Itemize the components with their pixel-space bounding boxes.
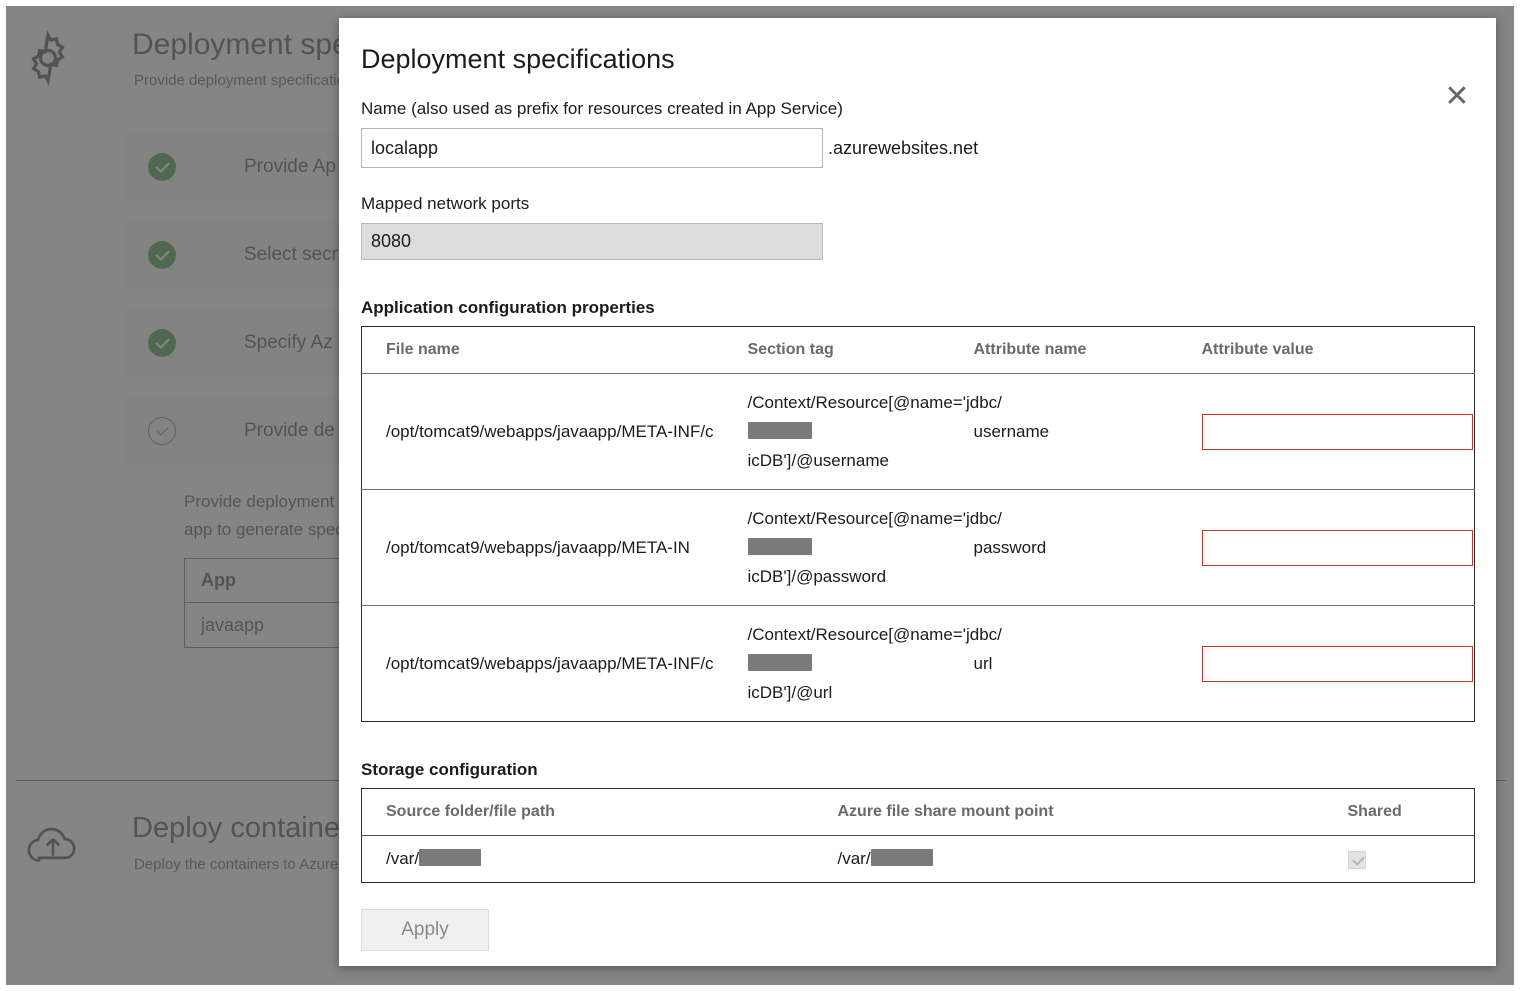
column-header-attribute-value: Attribute value: [1178, 327, 1475, 374]
redaction-block: [419, 849, 481, 866]
name-field-row: .azurewebsites.net: [361, 128, 1472, 168]
deployment-specifications-dialog: Deployment specifications ✕ Name (also u…: [339, 18, 1496, 966]
apply-button[interactable]: Apply: [361, 909, 489, 951]
cell-source-path: /var/: [362, 836, 814, 883]
section-tag-prefix: /Context/Resource[@name='jdbc/: [748, 509, 1002, 528]
cell-attribute-value: [1178, 374, 1475, 490]
cell-attribute-name: username: [950, 374, 1178, 490]
wizard-step-label: Provide de: [244, 420, 335, 442]
column-header-section-tag: Section tag: [724, 327, 950, 374]
name-domain-suffix: .azurewebsites.net: [828, 138, 978, 159]
step-check-icon: [148, 241, 176, 269]
attribute-value-input-username[interactable]: [1202, 414, 1473, 450]
table-row: /opt/tomcat9/webapps/javaapp/META-INF/co…: [362, 374, 1475, 490]
column-header-attribute-name: Attribute name: [950, 327, 1178, 374]
cell-attribute-name: password: [950, 490, 1178, 606]
mount-point-text: /var/: [838, 849, 871, 868]
cell-attribute-name: url: [950, 606, 1178, 722]
cell-section-tag: /Context/Resource[@name='jdbc/ icDB']/@u…: [724, 374, 950, 490]
column-header-mount-point: Azure file share mount point: [814, 789, 1324, 836]
redaction-block: [748, 654, 812, 671]
step-check-pending-icon: [148, 417, 176, 445]
column-header-file-name: File name: [362, 327, 724, 374]
redaction-block: [871, 849, 933, 866]
section-tag-suffix: icDB']/@username: [748, 451, 889, 470]
footer-title: Deploy containe: [132, 812, 340, 845]
section-tag-prefix: /Context/Resource[@name='jdbc/: [748, 393, 1002, 412]
file-name-text: /opt/tomcat9/webapps/javaapp/META-IN: [386, 533, 714, 562]
storage-section-title: Storage configuration: [361, 760, 1472, 780]
cell-mount-point: /var/: [814, 836, 1324, 883]
column-header-shared: Shared: [1324, 789, 1475, 836]
footer-subtitle: Deploy the containers to Azure: [134, 856, 338, 873]
gear-icon: [20, 30, 76, 86]
app-configuration-table: File name Section tag Attribute name Att…: [361, 326, 1475, 722]
attribute-value-input-url[interactable]: [1202, 646, 1473, 682]
column-header-source-path: Source folder/file path: [362, 789, 814, 836]
storage-configuration-table: Source folder/file path Azure file share…: [361, 788, 1475, 883]
file-name-text: /opt/tomcat9/webapps/javaapp/META-INF/co…: [386, 417, 714, 446]
cell-file-name: /opt/tomcat9/webapps/javaapp/META-IN: [362, 490, 724, 606]
section-tag-suffix: icDB']/@url: [748, 683, 833, 702]
table-row: /opt/tomcat9/webapps/javaapp/META-IN /Co…: [362, 490, 1475, 606]
dialog-title: Deployment specifications: [361, 44, 1472, 75]
file-name-text: /opt/tomcat9/webapps/javaapp/META-INF/co…: [386, 649, 714, 678]
cloud-upload-icon: [22, 820, 84, 870]
redaction-block: [748, 422, 812, 439]
app-root: Deployment specifications Provide deploy…: [0, 0, 1520, 991]
redaction-block: [748, 538, 812, 555]
mapped-ports-input[interactable]: [361, 223, 823, 260]
cell-file-name: /opt/tomcat9/webapps/javaapp/META-INF/co…: [362, 606, 724, 722]
name-input[interactable]: [361, 128, 823, 168]
section-tag-suffix: icDB']/@password: [748, 567, 887, 586]
name-field-label: Name (also used as prefix for resources …: [361, 99, 1472, 119]
shared-checkbox[interactable]: [1348, 851, 1366, 869]
ports-field-label: Mapped network ports: [361, 194, 1472, 214]
background-page-subtitle: Provide deployment specifications: [134, 72, 361, 89]
cell-section-tag: /Context/Resource[@name='jdbc/ icDB']/@u…: [724, 606, 950, 722]
wizard-step-label: Provide Ap: [244, 156, 336, 178]
section-tag-prefix: /Context/Resource[@name='jdbc/: [748, 625, 1002, 644]
wizard-step-label: Select secr: [244, 244, 338, 266]
table-row: /var/ /var/: [362, 836, 1475, 883]
close-icon[interactable]: ✕: [1440, 80, 1474, 114]
step-check-icon: [148, 153, 176, 181]
cell-attribute-value: [1178, 606, 1475, 722]
ports-field-group: Mapped network ports: [361, 194, 1472, 260]
wizard-step-label: Specify Az: [244, 332, 333, 354]
source-path-text: /var/: [386, 849, 419, 868]
cell-attribute-value: [1178, 490, 1475, 606]
cell-section-tag: /Context/Resource[@name='jdbc/ icDB']/@p…: [724, 490, 950, 606]
table-row: /opt/tomcat9/webapps/javaapp/META-INF/co…: [362, 606, 1475, 722]
step-check-icon: [148, 329, 176, 357]
cell-file-name: /opt/tomcat9/webapps/javaapp/META-INF/co…: [362, 374, 724, 490]
table-header-row: Source folder/file path Azure file share…: [362, 789, 1475, 836]
table-header-row: File name Section tag Attribute name Att…: [362, 327, 1475, 374]
app-config-section-title: Application configuration properties: [361, 298, 1472, 318]
attribute-value-input-password[interactable]: [1202, 530, 1473, 566]
cell-shared: [1324, 836, 1475, 883]
